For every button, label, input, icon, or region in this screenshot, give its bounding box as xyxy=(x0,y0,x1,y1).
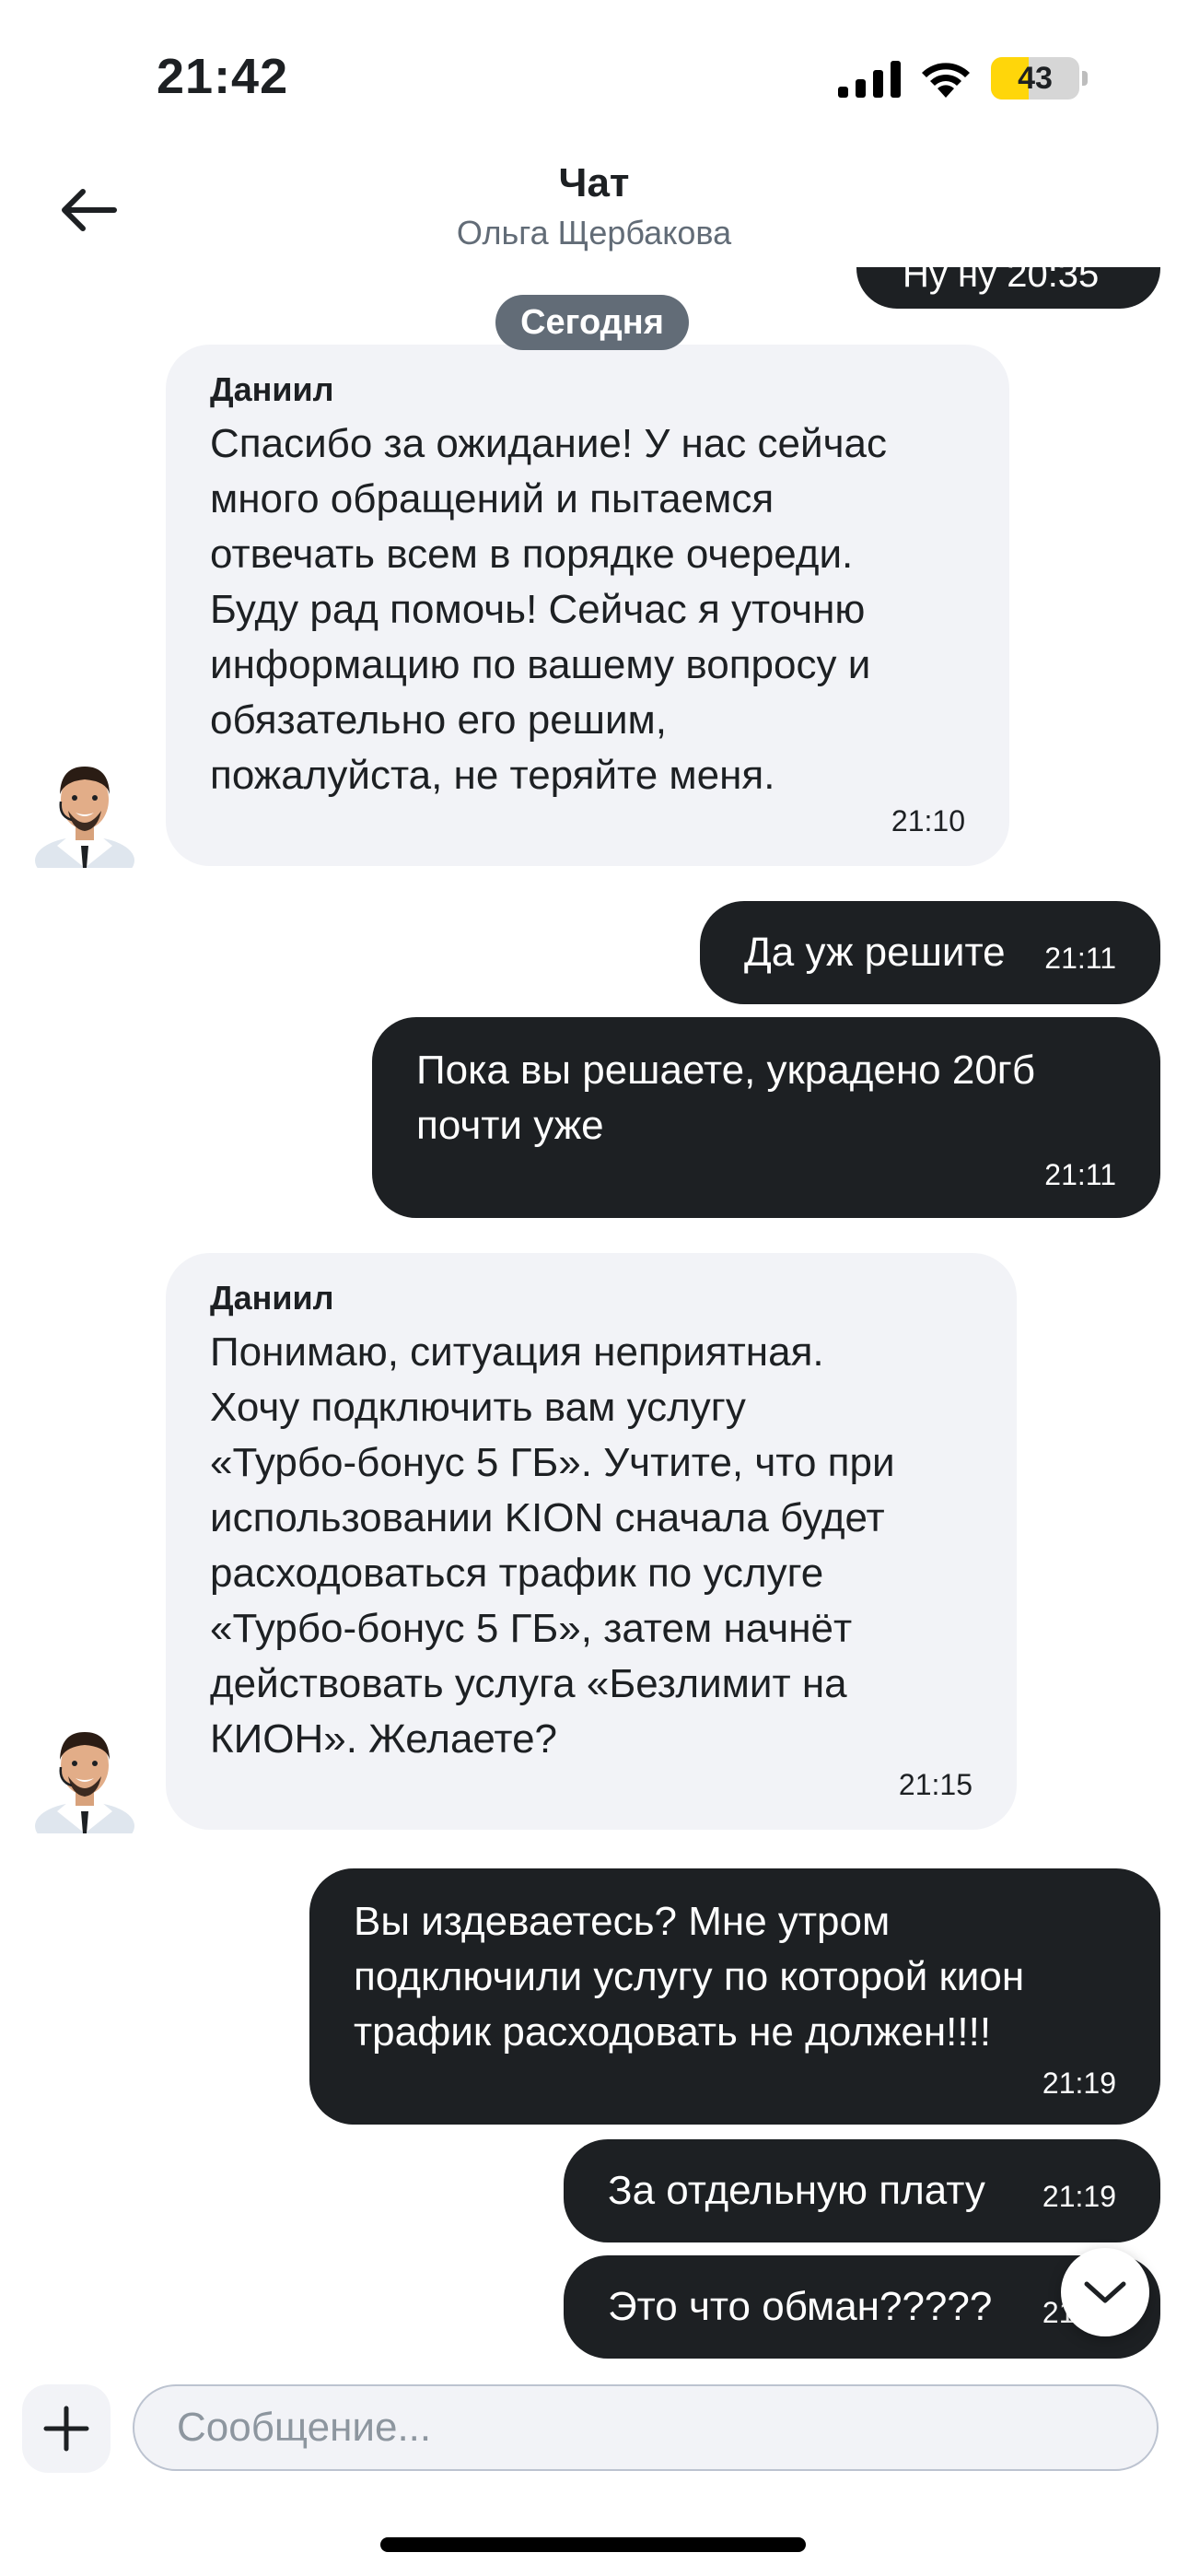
page-subtitle: Ольга Щербакова xyxy=(456,214,732,252)
message-sender: Даниил xyxy=(210,370,334,408)
plus-icon xyxy=(43,2406,89,2452)
status-time: 21:42 xyxy=(157,49,289,104)
attach-button[interactable] xyxy=(22,2384,111,2473)
message-time: 21:19 xyxy=(1042,2067,1116,2100)
message-bubble-incoming[interactable]: Даниил Понимаю, ситуация неприятная. Хоч… xyxy=(166,1253,1017,1830)
chevron-down-icon xyxy=(1084,2281,1126,2303)
page-title: Чат xyxy=(558,160,630,205)
message-time: 21:11 xyxy=(1044,1158,1116,1191)
message-input[interactable] xyxy=(133,2384,1159,2471)
agent-avatar xyxy=(35,767,134,868)
message-text: Спасибо за ожидание! У нас сейчас много … xyxy=(210,421,887,798)
message-text: Вы издеваетесь? Мне утром подключили усл… xyxy=(354,1899,1025,2055)
agent-avatar xyxy=(35,1732,134,1833)
message-bubble-outgoing[interactable]: Да уж решите 21:11 xyxy=(700,901,1160,1004)
home-indicator xyxy=(380,2537,806,2552)
message-text: Да уж решите xyxy=(744,930,1006,975)
message-text: За отдельную плату xyxy=(608,2168,985,2213)
message-time: 21:19 xyxy=(1042,2180,1116,2213)
message-text: Понимаю, ситуация неприятная. Хочу подкл… xyxy=(210,1329,895,1762)
battery-level: 43 xyxy=(1018,61,1053,96)
date-separator: Сегодня xyxy=(495,295,689,350)
message-list[interactable]: Ну ну 20:35 Сегодня Даниил Спасибо за ож… xyxy=(0,193,1188,2368)
message-time: 21:10 xyxy=(891,804,965,837)
chat-header: Чат Ольга Щербакова xyxy=(0,147,1188,267)
cellular-signal-icon xyxy=(838,61,901,98)
message-time: 21:11 xyxy=(1044,942,1116,975)
message-composer xyxy=(0,2368,1188,2576)
scroll-to-bottom-button[interactable] xyxy=(1061,2248,1149,2336)
message-bubble-outgoing[interactable]: Вы издеваетесь? Мне утром подключили усл… xyxy=(309,1868,1160,2125)
message-time: 21:15 xyxy=(898,1768,973,1801)
message-text: Это что обман????? xyxy=(608,2284,993,2329)
battery-icon: 43 xyxy=(991,57,1088,100)
message-sender: Даниил xyxy=(210,1279,334,1317)
wifi-icon xyxy=(922,63,970,98)
status-bar: 21:42 43 xyxy=(0,0,1188,147)
message-bubble-outgoing[interactable]: За отдельную плату 21:19 xyxy=(564,2139,1160,2242)
message-bubble-outgoing[interactable]: Пока вы решаете, украдено 20гб почти уже… xyxy=(372,1017,1160,1218)
message-bubble-incoming[interactable]: Даниил Спасибо за ожидание! У нас сейчас… xyxy=(166,345,1009,866)
message-text: Пока вы решаете, украдено 20гб почти уже xyxy=(416,1048,1036,1148)
